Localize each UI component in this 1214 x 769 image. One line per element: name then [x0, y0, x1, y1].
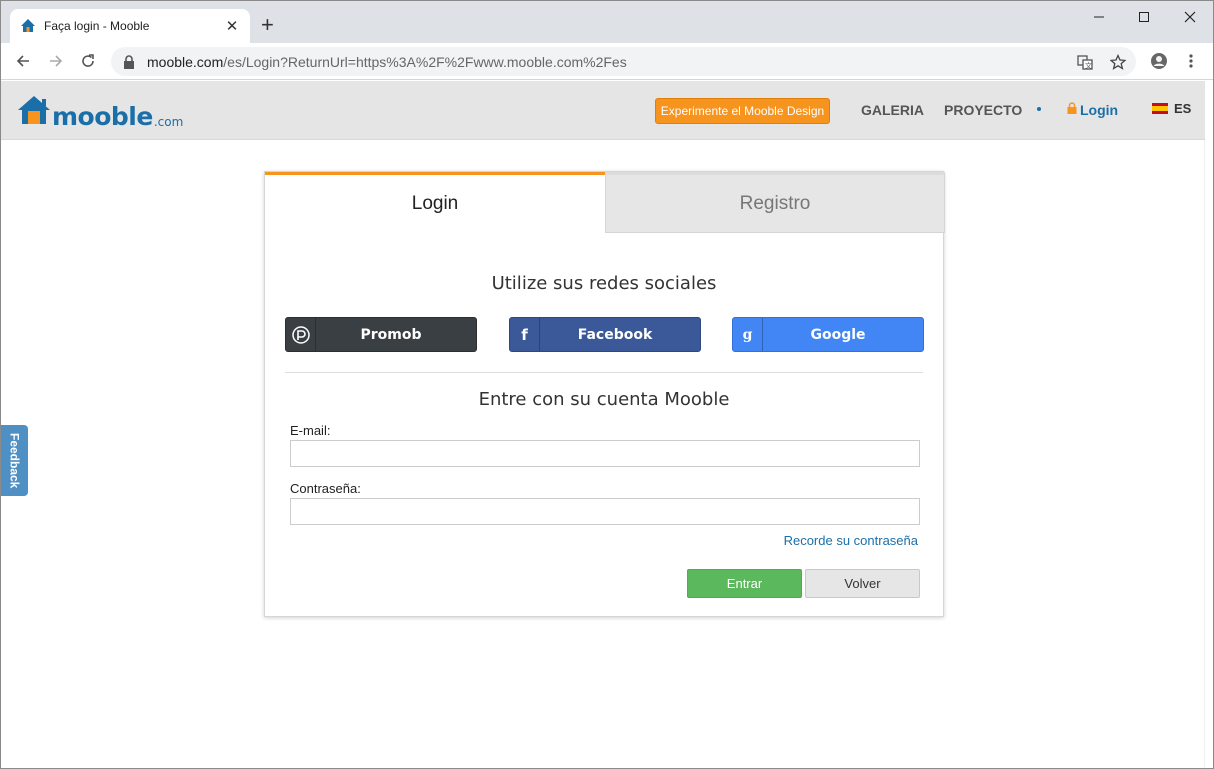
browser-menu-icon[interactable] [1179, 49, 1203, 73]
enter-button[interactable]: Entrar [687, 569, 802, 598]
lock-icon [1067, 101, 1077, 119]
google-label: Google [810, 326, 866, 343]
header-login-link[interactable]: Login [1067, 101, 1118, 119]
login-card: Login Registro Utilize sus redes sociale… [264, 171, 945, 617]
tab-title: Faça login - Mooble [44, 19, 150, 33]
tab-login[interactable]: Login [265, 172, 605, 233]
maximize-icon[interactable] [1121, 5, 1167, 29]
password-field[interactable] [290, 498, 920, 525]
facebook-icon: f [510, 318, 540, 351]
logo-text: mooble [52, 102, 153, 131]
nav-galeria[interactable]: GALERIA [861, 102, 924, 118]
facebook-label: Facebook [577, 326, 653, 343]
forgot-password-link[interactable]: Recorde su contraseña [784, 533, 918, 548]
svg-text:文: 文 [1085, 61, 1092, 70]
forward-arrow-icon[interactable] [44, 49, 68, 73]
password-label: Contraseña: [290, 481, 361, 496]
auth-tabs: Login Registro [265, 172, 945, 233]
promob-login-button[interactable]: Promob [285, 317, 477, 352]
nav-separator-dot [1037, 107, 1041, 111]
account-login-title: Entre con su cuenta Mooble [478, 389, 730, 410]
promob-label: Promob [360, 326, 422, 343]
house-logo-icon [17, 95, 51, 130]
facebook-login-button[interactable]: f Facebook [509, 317, 701, 352]
lock-icon [123, 54, 137, 69]
email-field[interactable] [290, 440, 920, 467]
google-login-button[interactable]: g Google [732, 317, 924, 352]
nav-proyecto[interactable]: PROYECTO [944, 102, 1022, 118]
mooble-logo[interactable]: mooble .com [17, 95, 183, 130]
promob-icon [286, 318, 316, 351]
page-scrollbar[interactable] [1204, 140, 1213, 768]
translate-icon[interactable]: 文 [1075, 52, 1095, 72]
minimize-icon[interactable] [1076, 5, 1122, 29]
close-window-icon[interactable] [1167, 5, 1213, 29]
logo-suffix: .com [153, 115, 184, 129]
browser-window: Faça login - Mooble ✕ + mooble.com/es/Lo… [0, 0, 1214, 769]
tab-close-icon[interactable]: ✕ [224, 17, 240, 35]
tab-registro[interactable]: Registro [605, 172, 945, 233]
mooble-favicon-icon [20, 18, 36, 34]
header-login-label: Login [1080, 102, 1119, 118]
new-tab-icon[interactable]: + [261, 14, 274, 36]
reload-icon[interactable] [76, 49, 100, 73]
back-button[interactable]: Volver [805, 569, 920, 598]
profile-avatar-icon[interactable] [1147, 49, 1171, 73]
bookmark-star-icon[interactable] [1108, 52, 1128, 72]
browser-tab[interactable]: Faça login - Mooble ✕ [10, 9, 250, 43]
back-arrow-icon[interactable] [11, 49, 35, 73]
feedback-label: Feedback [7, 432, 22, 489]
section-divider [285, 372, 923, 373]
browser-toolbar: mooble.com/es/Login?ReturnUrl=https%3A%2… [1, 43, 1213, 80]
spain-flag-icon [1152, 103, 1168, 114]
browser-titlebar: Faça login - Mooble ✕ + [1, 1, 1213, 43]
google-icon: g [733, 318, 763, 351]
social-login-title: Utilize sus redes sociales [491, 273, 717, 294]
feedback-tab[interactable]: Feedback [1, 425, 28, 496]
email-label: E-mail: [290, 423, 331, 438]
site-header: mooble .com Experimente el Mooble Design… [1, 81, 1205, 140]
address-bar[interactable]: mooble.com/es/Login?ReturnUrl=https%3A%2… [111, 47, 1136, 76]
language-selector[interactable]: ES [1152, 101, 1191, 116]
mooble-design-button[interactable]: Experimente el Mooble Design [655, 98, 830, 124]
language-label: ES [1174, 101, 1192, 116]
url-text: mooble.com/es/Login?ReturnUrl=https%3A%2… [147, 53, 627, 70]
